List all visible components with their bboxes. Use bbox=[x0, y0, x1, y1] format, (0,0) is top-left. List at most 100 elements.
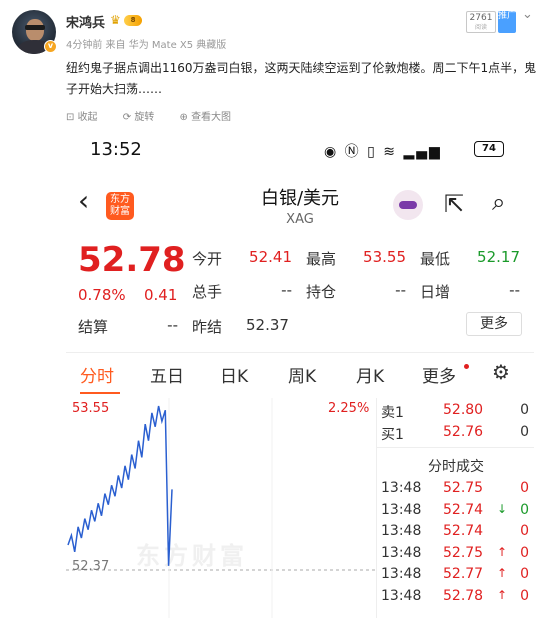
quote-panel: 52.78 0.78% 0.41 今开 52.41 最高 53.55 最低 52… bbox=[66, 238, 534, 350]
collapse-button[interactable]: ⊡ 收起 bbox=[66, 112, 109, 123]
ticks-title: 分时成交 bbox=[428, 459, 484, 475]
tab-monthly-k[interactable]: 月K bbox=[356, 362, 384, 387]
ask-price: 52.80 bbox=[443, 402, 484, 418]
ask-row: 卖1 52.80 0 bbox=[377, 402, 534, 424]
tick-time: 13:48 bbox=[381, 587, 422, 604]
tick-time: 13:48 bbox=[381, 566, 422, 582]
view-large-label: 查看大图 bbox=[191, 112, 232, 123]
tab-intraday[interactable]: 分时 bbox=[80, 362, 114, 387]
prev-settle-label: 昨结 bbox=[192, 318, 223, 336]
view-large-button[interactable]: ⊕ 查看大图 bbox=[180, 112, 243, 123]
vibrate-icon: ▯ bbox=[367, 144, 377, 160]
post-meta: 4分钟前 来自 华为 Mate X5 典藏版 bbox=[66, 40, 227, 51]
up-arrow-icon: ↑ bbox=[497, 566, 508, 580]
views-label: 阅读 bbox=[474, 24, 487, 31]
tick-price: 52.78 bbox=[443, 587, 484, 604]
low-value: 52.17 bbox=[477, 248, 520, 266]
tab-five-day[interactable]: 五日 bbox=[150, 362, 184, 387]
vip-level-badge: 8 bbox=[124, 15, 142, 26]
tick-price: 52.74 bbox=[443, 523, 484, 539]
tick-row: 13:48 52.75 0 bbox=[377, 480, 534, 501]
price-chart-svg bbox=[66, 398, 376, 618]
chart-pct-label: 2.25% bbox=[328, 401, 370, 416]
status-bar: 13:52 ◉ Ⓝ ▯ ≋ ▂▄▆ 74 bbox=[66, 128, 534, 172]
rotate-button[interactable]: ⟳ 旋转 bbox=[123, 112, 166, 123]
promote-button[interactable]: 推广 bbox=[498, 11, 516, 33]
tick-row: 13:48 52.77 ↑ 0 bbox=[377, 566, 534, 587]
tick-price: 52.77 bbox=[443, 566, 484, 582]
eye-icon: ◉ bbox=[324, 144, 339, 160]
tick-volume: 0 bbox=[520, 523, 529, 539]
signal-icon: ▂▄▆ bbox=[403, 144, 442, 160]
ask-label: 卖1 bbox=[381, 405, 404, 421]
gear-icon[interactable]: ⚙ bbox=[492, 360, 510, 384]
tick-time: 13:48 bbox=[381, 544, 422, 561]
views-count: 2761 bbox=[469, 13, 493, 23]
tick-price: 52.75 bbox=[443, 480, 484, 496]
bid-volume: 0 bbox=[520, 424, 529, 440]
ask-volume: 0 bbox=[520, 402, 529, 418]
tab-daily-k[interactable]: 日K bbox=[220, 362, 248, 387]
search-icon[interactable]: ⌕ bbox=[492, 188, 505, 216]
current-price: 52.78 bbox=[78, 240, 186, 280]
tick-time: 13:48 bbox=[381, 523, 422, 539]
collapse-label: 收起 bbox=[77, 112, 98, 123]
notification-dot bbox=[464, 364, 469, 369]
high-value: 53.55 bbox=[363, 248, 406, 266]
active-tab-indicator bbox=[80, 392, 120, 394]
daily-increase-label: 日增 bbox=[420, 283, 451, 301]
change-percent: 0.78% bbox=[78, 286, 126, 304]
tick-time: 13:48 bbox=[381, 480, 422, 496]
post-image-screenshot[interactable]: 13:52 ◉ Ⓝ ▯ ≋ ▂▄▆ 74 ‹ 东方财富 白银/美元 XAG ⇱ … bbox=[66, 128, 534, 618]
bid-row: 买1 52.76 0 bbox=[377, 424, 534, 446]
open-value: 52.41 bbox=[249, 248, 292, 266]
nfc-icon: Ⓝ bbox=[344, 144, 361, 160]
tick-volume: 0 bbox=[520, 566, 529, 582]
tab-weekly-k[interactable]: 周K bbox=[288, 362, 316, 387]
orderbook-panel: 卖1 52.80 0 买1 52.76 0 分时成交 13:48 52.75 0 13… bbox=[376, 398, 534, 618]
daily-increase-value: -- bbox=[509, 281, 520, 299]
avatar-glasses bbox=[25, 25, 45, 30]
divider bbox=[66, 352, 534, 353]
chart-tabs: 分时 五日 日K 周K 月K 更多 ⚙ bbox=[66, 356, 534, 396]
tick-row: 13:48 52.74 ↓ 0 bbox=[377, 502, 534, 523]
more-button[interactable]: 更多 bbox=[466, 312, 522, 336]
low-label: 最低 bbox=[420, 250, 451, 268]
avatar-face bbox=[26, 19, 44, 41]
chart-base-label: 52.37 bbox=[72, 559, 110, 574]
tick-time: 13:48 bbox=[381, 501, 422, 518]
weibo-post: v 宋鸿兵 ♛ 8 4分钟前 来自 华为 Mate X5 典藏版 2761 阅读… bbox=[0, 0, 554, 128]
tab-more[interactable]: 更多 bbox=[422, 362, 456, 387]
intraday-chart[interactable]: 东方财富 53.55 2.25% 52.37 bbox=[66, 398, 376, 618]
up-arrow-icon: ↑ bbox=[497, 544, 508, 559]
open-interest-value: -- bbox=[395, 281, 406, 299]
username[interactable]: 宋鸿兵 bbox=[66, 12, 105, 31]
wifi-icon: ≋ bbox=[383, 144, 398, 160]
chevron-down-icon[interactable]: ⌄ bbox=[522, 7, 533, 22]
rotate-label: 旋转 bbox=[134, 112, 155, 123]
volume-value: -- bbox=[281, 281, 292, 299]
tick-volume: 0 bbox=[520, 480, 529, 496]
battery-icon: 74 bbox=[474, 141, 504, 157]
assistant-robot-icon[interactable] bbox=[393, 190, 423, 220]
up-arrow-icon: ↑ bbox=[497, 587, 508, 602]
tick-price: 52.74 bbox=[443, 501, 484, 518]
tick-row: 13:48 52.75 ↑ 0 bbox=[377, 545, 534, 566]
settle-label: 结算 bbox=[78, 318, 109, 336]
open-label: 今开 bbox=[192, 250, 223, 268]
down-arrow-icon: ↓ bbox=[497, 501, 508, 516]
post-text: 纽约鬼子据点调出1160万盎司白银，这两天陆续空运到了伦敦炮楼。周二下午1点半，… bbox=[66, 61, 537, 96]
bid-label: 买1 bbox=[381, 427, 404, 443]
divider bbox=[377, 447, 534, 448]
image-actions: ⊡ 收起 ⟳ 旋转 ⊕ 查看大图 bbox=[66, 108, 253, 123]
tick-price: 52.75 bbox=[443, 544, 484, 561]
tick-row: 13:48 52.78 ↑ 0 bbox=[377, 588, 534, 609]
status-clock: 13:52 bbox=[90, 139, 142, 160]
tick-volume: 0 bbox=[520, 587, 529, 604]
tick-volume: 0 bbox=[520, 544, 529, 561]
settle-value: -- bbox=[167, 316, 178, 334]
share-icon[interactable]: ⇱ bbox=[444, 190, 464, 218]
status-icons: ◉ Ⓝ ▯ ≋ ▂▄▆ bbox=[324, 141, 442, 161]
prev-settle-value: 52.37 bbox=[246, 316, 289, 334]
views-counter: 2761 阅读 bbox=[466, 11, 496, 33]
